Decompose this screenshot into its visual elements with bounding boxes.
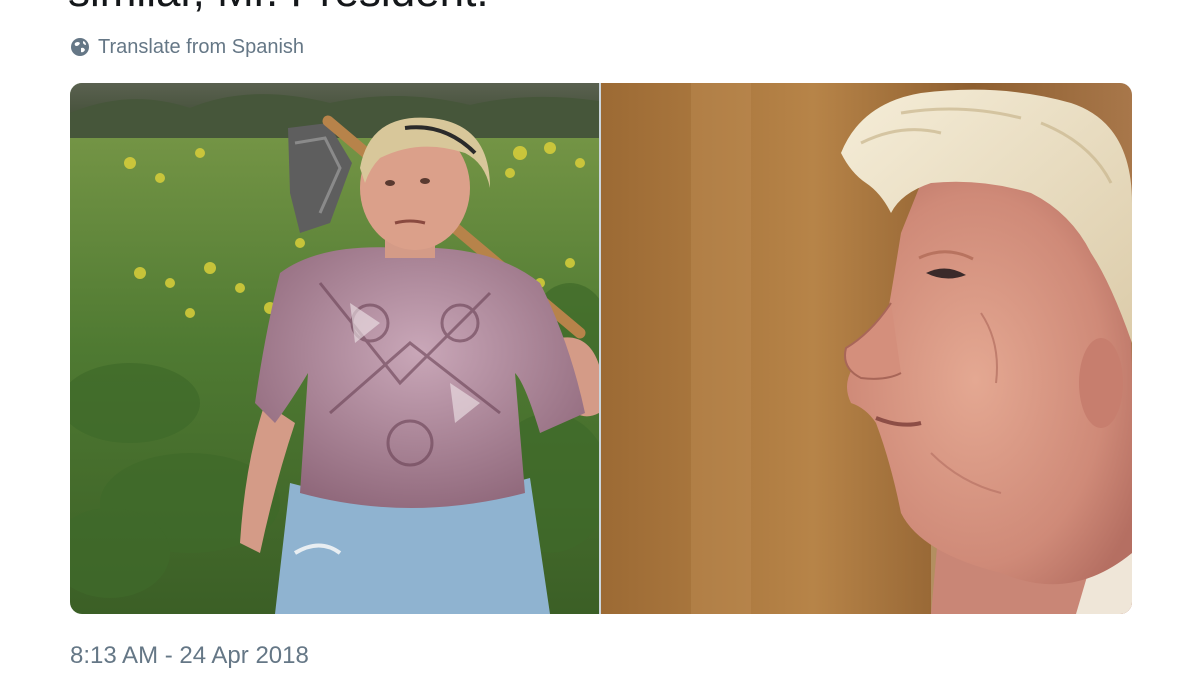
translate-label: Translate from Spanish [98,35,305,58]
woman-with-hoe-photo[interactable] [70,83,599,614]
man-profile-photo[interactable] [601,83,1132,614]
tweet-media-grid [70,83,1132,614]
tweet-text: similar, Mr. President. [68,0,489,18]
translate-link[interactable]: Translate from Spanish [70,34,304,60]
tweet-timestamp[interactable]: 8:13 AM - 24 Apr 2018 [70,642,309,670]
globe-icon [70,37,90,57]
tweet-detail: similar, Mr. President. Translate from S… [0,0,1200,673]
